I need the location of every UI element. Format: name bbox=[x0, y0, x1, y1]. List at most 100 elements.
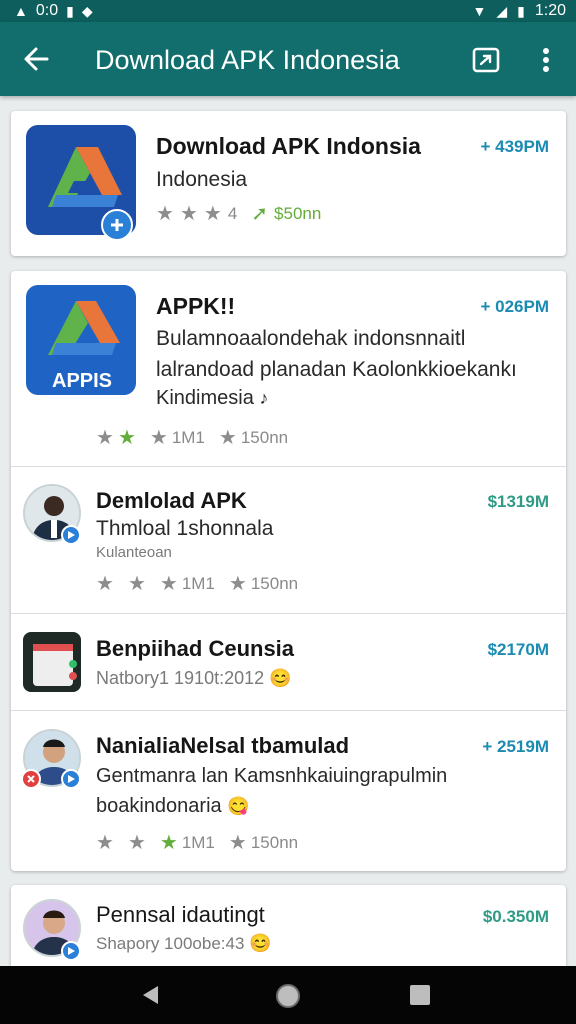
star-icon: ★ bbox=[96, 573, 114, 595]
star-icon: ★ bbox=[96, 427, 114, 449]
share-button[interactable] bbox=[466, 40, 506, 80]
list-item[interactable]: Benpiihad Ceunsia $2170M Natbory1 1910t:… bbox=[11, 614, 566, 710]
system-nav-bar bbox=[0, 966, 576, 1024]
rating-count: ★ 1M1 bbox=[160, 833, 215, 853]
download-count-text: 150nn bbox=[250, 833, 299, 852]
list-item-rating-row: ★ ★ ★ 1M1 ★ 150nn bbox=[96, 428, 288, 448]
star-icon: ★ bbox=[159, 832, 178, 854]
list-item-desc: Thmloal 1shonnala bbox=[96, 517, 274, 540]
status-left-text: 0:0 bbox=[35, 2, 59, 19]
star-icon: ★ bbox=[179, 203, 198, 225]
nav-back-icon[interactable] bbox=[140, 984, 162, 1006]
battery-icon: ▮ bbox=[517, 3, 525, 19]
list-item-title: Demlolad APK bbox=[96, 488, 247, 513]
star-icon: ★ bbox=[159, 573, 178, 595]
list-item-rating-row: ★ ★ ★ 1M1 ★ 150nn bbox=[96, 574, 298, 594]
star-icon: ★ bbox=[127, 573, 146, 595]
list-item-meta-text: Natbory1 1910t:2012 bbox=[96, 668, 265, 688]
list-item-size: $2170M bbox=[487, 640, 549, 659]
nav-recent-icon[interactable] bbox=[410, 985, 430, 1005]
list-item-rating-row: ★ ★ ★ 1M1 ★ 150nn bbox=[96, 833, 298, 853]
list-item-title: NanialiaNelsal tbamulad bbox=[96, 733, 350, 758]
status-bar-left: ▲ 0:0 ▮ ◆ bbox=[14, 0, 93, 22]
wifi-icon: ▼ bbox=[472, 3, 487, 19]
star-icon: ★ bbox=[228, 573, 247, 595]
status-time: 1:20 bbox=[534, 2, 566, 19]
list-item-size: $1319M bbox=[487, 492, 549, 511]
featured-app-subtitle: Indonesia bbox=[156, 168, 248, 191]
list-item[interactable]: NanialiaNelsal tbamulad + 2519M Gentmanr… bbox=[11, 711, 566, 871]
rating-count-text: 1M1 bbox=[181, 574, 215, 593]
star-icon: ★ bbox=[96, 832, 114, 854]
list-item-desc-text: Kindimesia bbox=[156, 387, 254, 409]
download-count: ★ 150nn bbox=[229, 833, 298, 853]
list-app-icon bbox=[23, 632, 81, 692]
list-item-desc: boakindonaria 😋 bbox=[96, 795, 250, 818]
list-item-meta: Natbory1 1910t:2012 😊 bbox=[96, 668, 292, 689]
play-badge-icon bbox=[61, 769, 81, 789]
featured-app-title: Download APK Indonsia bbox=[156, 133, 421, 159]
list-item-size: $0.350M bbox=[482, 907, 549, 926]
page-title: Download APK Indonesia bbox=[95, 45, 400, 75]
app-icon-label: APPIS bbox=[52, 370, 112, 392]
back-button[interactable] bbox=[18, 41, 54, 77]
status-bar: ▲ 0:0 ▮ ◆ ▼ ◢ ▮ 1:20 bbox=[0, 0, 576, 22]
featured-rating-value: 4 bbox=[227, 204, 238, 223]
star-icon: ★ bbox=[228, 832, 247, 854]
location-icon: ◆ bbox=[81, 3, 93, 19]
close-badge-icon bbox=[21, 769, 41, 789]
list-item[interactable]: APPIS APPK!! + 026PM Bulamnoaalondehak i… bbox=[11, 271, 566, 466]
emoji-icon: 😋 bbox=[227, 796, 250, 816]
rating-stars: ★ ★ bbox=[96, 428, 136, 448]
list-item-title: Pennsal idautingt bbox=[96, 902, 265, 927]
download-arrow-icon: ➚ bbox=[251, 203, 269, 225]
list-item-meta: Shapory 100obe:43 😊 bbox=[96, 933, 272, 954]
featured-app-size: + 439PM bbox=[480, 137, 549, 156]
play-badge-icon bbox=[61, 525, 81, 545]
list-item-title: Benpiihad Ceunsia bbox=[96, 636, 295, 661]
star-icon: ★ bbox=[156, 203, 174, 225]
list-item-size: + 026PM bbox=[480, 297, 549, 316]
music-note-icon: ♪ bbox=[259, 388, 269, 408]
featured-app-card[interactable]: Download APK Indonsia Indonesia + 439PM … bbox=[11, 111, 566, 256]
download-count: ★ 150nn bbox=[229, 574, 298, 594]
share-icon bbox=[472, 47, 500, 73]
featured-downloads: $50nn bbox=[274, 204, 322, 223]
file-notification-icon: ▮ bbox=[66, 3, 74, 19]
star-icon: ★ bbox=[203, 203, 222, 225]
more-options-button[interactable] bbox=[530, 40, 562, 80]
download-badge-icon bbox=[101, 209, 133, 241]
rating-count: ★ 1M1 bbox=[160, 574, 215, 594]
star-icon: ★ bbox=[149, 427, 168, 449]
list-item-meta: Kulanteoan bbox=[96, 544, 172, 561]
app-bar: Download APK Indonesia bbox=[0, 22, 576, 96]
featured-rating-row: ★ ★ ★ 4 ➚ $50nn bbox=[156, 204, 321, 224]
back-arrow-icon bbox=[24, 47, 49, 71]
signal-icon: ◢ bbox=[496, 3, 508, 19]
app-list-card: APPIS APPK!! + 026PM Bulamnoaalondehak i… bbox=[11, 271, 566, 871]
nav-home-icon[interactable] bbox=[276, 984, 300, 1008]
list-app-icon: APPIS bbox=[26, 285, 136, 395]
list-item[interactable]: Pennsal idautingt $0.350M Shapory 100obe… bbox=[11, 885, 566, 975]
star-icon: ★ bbox=[117, 427, 136, 449]
emoji-icon: 😊 bbox=[249, 933, 272, 953]
download-count-text: 150nn bbox=[240, 428, 289, 447]
more-vert-icon bbox=[543, 48, 549, 72]
rating-count-text: 1M1 bbox=[171, 428, 205, 447]
list-item-desc-text: boakindonaria bbox=[96, 795, 222, 817]
list-item-size: + 2519M bbox=[482, 737, 549, 756]
list-item-desc: lalrandoad planadan Kaolonkkioekankı bbox=[156, 358, 517, 381]
rating-count: ★ 1M1 bbox=[150, 428, 205, 448]
list-item-title: APPK!! bbox=[156, 293, 236, 319]
image-notification-icon: ▲ bbox=[14, 3, 28, 19]
list-item[interactable]: Demlolad APK $1319M Thmloal 1shonnala Ku… bbox=[11, 467, 566, 613]
emoji-icon: 😊 bbox=[269, 668, 292, 688]
list-item-desc: Kindimesia ♪ bbox=[156, 387, 268, 410]
list-item-meta-text: Shapory 100obe:43 bbox=[96, 934, 245, 953]
star-icon: ★ bbox=[218, 427, 237, 449]
download-count-text: 150nn bbox=[250, 574, 299, 593]
list-item-desc: Gentmanra lan Kamsnhkaiuingrapulmin bbox=[96, 765, 448, 787]
rating-count-text: 1M1 bbox=[181, 833, 215, 852]
status-bar-right: ▼ ◢ ▮ 1:20 bbox=[473, 0, 567, 22]
star-icon: ★ bbox=[127, 832, 146, 854]
